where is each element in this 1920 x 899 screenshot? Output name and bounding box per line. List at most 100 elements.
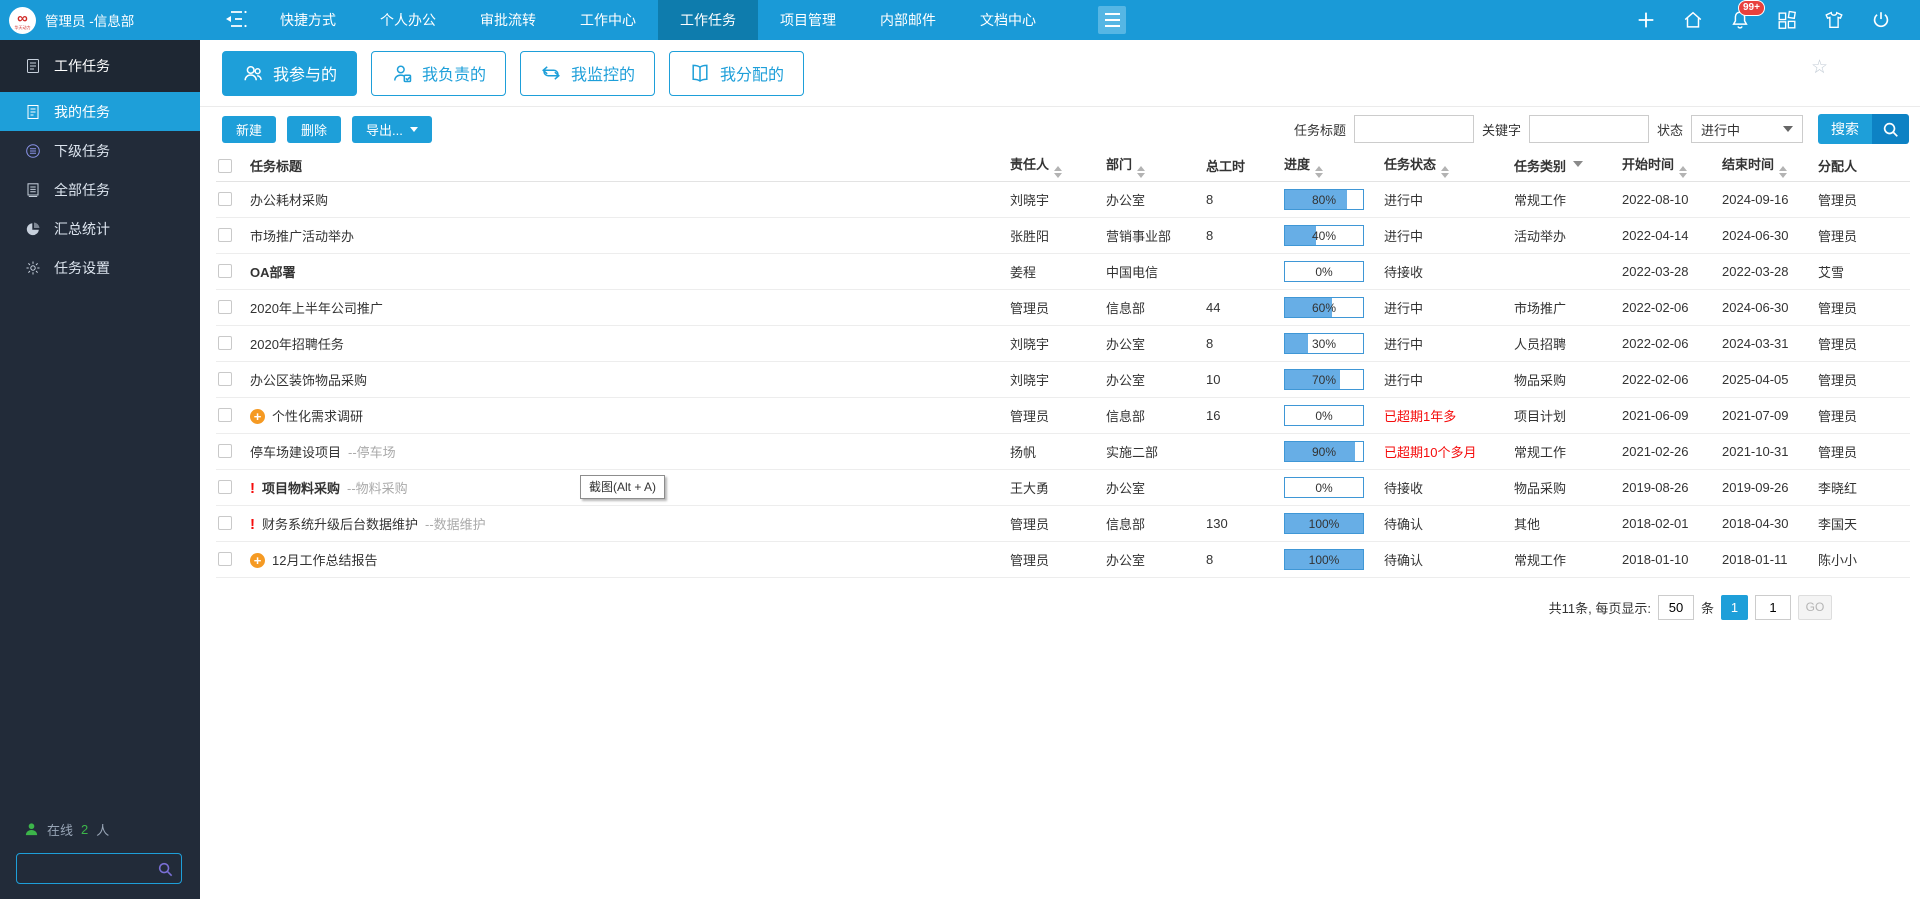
table-row[interactable]: OA部署 姜程 中国电信 0% 待接收 2022-03-28 2022-03-28 艾雪: [216, 253, 1910, 290]
table-row[interactable]: 停车场建设项目 --停车场 扬帆 实施二部 90% 已超期10个多月 常规工作 2021-02…: [216, 433, 1910, 470]
table-row[interactable]: 市场推广活动举办 张胜阳 营销事业部 8 40% 进行中 活动举办 2022-04-14 202…: [216, 217, 1910, 254]
column-header[interactable]: 进度: [1284, 151, 1384, 182]
brand-area[interactable]: ∞ 华天动力 管理员 -信息部: [0, 6, 200, 34]
sort-icon[interactable]: [1779, 165, 1788, 178]
department-cell: 办公室: [1106, 541, 1206, 578]
sidebar-module-header[interactable]: 工作任务: [0, 40, 200, 92]
sidebar-item-label: 任务设置: [54, 259, 110, 276]
task-title-link[interactable]: 12月工作总结报告: [272, 553, 377, 568]
goto-page-input[interactable]: [1755, 594, 1791, 620]
row-checkbox[interactable]: [218, 408, 232, 422]
doc-stack-icon: [25, 182, 41, 198]
column-header[interactable]: 任务标题: [250, 151, 1010, 182]
favorite-star-icon[interactable]: ☆: [1811, 58, 1828, 77]
home-icon[interactable]: [1682, 9, 1704, 31]
tab-button[interactable]: 我负责的: [371, 50, 507, 96]
table-row[interactable]: +12月工作总结报告 管理员 办公室 8 100% 待确认 常规工作 2018-01-10 20…: [216, 541, 1910, 578]
new-button[interactable]: 新建: [222, 115, 277, 143]
row-checkbox[interactable]: [218, 336, 232, 350]
status-filter-select[interactable]: 进行中: [1691, 115, 1803, 143]
shirt-icon[interactable]: [1823, 9, 1845, 31]
table-row[interactable]: 办公耗材采购 刘晓宇 办公室 8 80% 进行中 常规工作 2022-08-10 2024-09…: [216, 181, 1910, 218]
row-checkbox[interactable]: [218, 264, 232, 278]
progress-bar: 100%: [1284, 548, 1364, 570]
nav-item[interactable]: 工作中心: [558, 0, 658, 40]
delete-button[interactable]: 删除: [287, 115, 342, 143]
sort-icon[interactable]: [1137, 165, 1146, 178]
nav-item[interactable]: 内部邮件: [858, 0, 958, 40]
row-checkbox[interactable]: [218, 480, 232, 494]
column-header[interactable]: 分配人: [1818, 151, 1910, 182]
task-title-link[interactable]: 办公区装饰物品采购: [250, 373, 367, 388]
tab-label: 我分配的: [720, 67, 785, 84]
sort-icon[interactable]: [1441, 165, 1450, 178]
table-row[interactable]: ! 项目物料采购 --物料采购 王大勇 办公室 0% 待接收 物品采购 2019-08-26 20…: [216, 469, 1910, 506]
table-row[interactable]: ! 财务系统升级后台数据维护 --数据维护 管理员 信息部 130 100% 待确认 其他 201…: [216, 505, 1910, 542]
search-button[interactable]: 搜索: [1818, 114, 1909, 144]
sort-icon[interactable]: [1054, 165, 1063, 178]
more-menu-button[interactable]: [1098, 6, 1126, 34]
tab-button[interactable]: 我参与的: [222, 50, 358, 96]
plus-icon[interactable]: [1635, 9, 1657, 31]
filter-caret-icon[interactable]: [1573, 161, 1584, 172]
nav-item[interactable]: 文档中心: [958, 0, 1058, 40]
sort-icon[interactable]: [1315, 165, 1324, 178]
task-title-filter-input[interactable]: [1353, 115, 1474, 143]
current-page-button[interactable]: 1: [1721, 594, 1748, 620]
page-size-input[interactable]: [1657, 594, 1694, 620]
table-row[interactable]: + 个性化需求调研 管理员 信息部 16 0% 已超期1年多 项目计划 2021-06-09 20…: [216, 397, 1910, 434]
row-checkbox[interactable]: [218, 444, 232, 458]
row-checkbox[interactable]: [218, 300, 232, 314]
sidebar-item[interactable]: 任务设置: [0, 248, 200, 287]
nav-item[interactable]: 工作任务: [658, 0, 758, 40]
sidebar-item[interactable]: 我的任务: [0, 92, 200, 131]
grid-icon[interactable]: [1776, 9, 1798, 31]
row-checkbox[interactable]: [218, 228, 232, 242]
sidebar-item[interactable]: 汇总统计: [0, 209, 200, 248]
column-header[interactable]: 结束时间: [1722, 151, 1818, 182]
task-title-link[interactable]: 2020年招聘任务: [250, 337, 344, 352]
table-row[interactable]: 办公区装饰物品采购 刘晓宇 办公室 10 70% 进行中 物品采购 2022-02-06 202…: [216, 361, 1910, 398]
nav-item[interactable]: 项目管理: [758, 0, 858, 40]
sidebar-item[interactable]: 全部任务: [0, 170, 200, 209]
sort-icon[interactable]: [1679, 165, 1688, 178]
task-title-link[interactable]: 财务系统升级后台数据维护: [262, 517, 418, 532]
tab-button[interactable]: 我监控的: [520, 50, 656, 96]
task-title-link[interactable]: 市场推广活动举办: [250, 229, 354, 244]
table-row[interactable]: 2020年上半年公司推广 管理员 信息部 44 60% 进行中 市场推广 2022-02-06…: [216, 289, 1910, 326]
task-title-link[interactable]: 个性化需求调研: [272, 409, 363, 424]
task-title-link[interactable]: 办公耗材采购: [250, 193, 328, 208]
start-date-cell: 2019-08-26: [1622, 469, 1722, 506]
column-header[interactable]: 任务类别: [1514, 151, 1622, 182]
collapse-menu-icon[interactable]: [222, 8, 248, 32]
sidebar-search-input[interactable]: [17, 861, 157, 876]
task-title-link[interactable]: 停车场建设项目: [250, 445, 341, 460]
search-icon[interactable]: [157, 861, 173, 877]
sidebar-item[interactable]: 下级任务: [0, 131, 200, 170]
task-title-link[interactable]: 2020年上半年公司推广: [250, 301, 383, 316]
owner-cell: 管理员: [1010, 289, 1106, 326]
go-button[interactable]: GO: [1798, 594, 1832, 620]
assigner-cell: 管理员: [1818, 361, 1910, 398]
task-title-link[interactable]: 项目物料采购: [262, 481, 340, 496]
column-header[interactable]: 开始时间: [1622, 151, 1722, 182]
keyword-filter-input[interactable]: [1528, 115, 1649, 143]
nav-item[interactable]: 个人办公: [358, 0, 458, 40]
column-header[interactable]: 任务状态: [1384, 151, 1514, 182]
tab-button[interactable]: 我分配的: [669, 50, 805, 96]
export-button[interactable]: 导出...: [352, 115, 432, 143]
row-checkbox[interactable]: [218, 192, 232, 206]
row-checkbox[interactable]: [218, 372, 232, 386]
nav-item[interactable]: 审批流转: [458, 0, 558, 40]
bell-icon[interactable]: 99+: [1729, 0, 1765, 31]
table-row[interactable]: 2020年招聘任务 刘晓宇 办公室 8 30% 进行中 人员招聘 2022-02-06 2024…: [216, 325, 1910, 362]
select-all-checkbox[interactable]: [218, 158, 232, 173]
power-icon[interactable]: [1870, 9, 1892, 31]
column-header[interactable]: 部门: [1106, 151, 1206, 182]
task-title-link[interactable]: OA部署: [250, 265, 296, 280]
row-checkbox[interactable]: [218, 552, 232, 566]
nav-item[interactable]: 快捷方式: [258, 0, 358, 40]
column-header[interactable]: 责任人: [1010, 151, 1106, 182]
column-header[interactable]: 总工时: [1206, 151, 1284, 182]
row-checkbox[interactable]: [218, 516, 232, 530]
